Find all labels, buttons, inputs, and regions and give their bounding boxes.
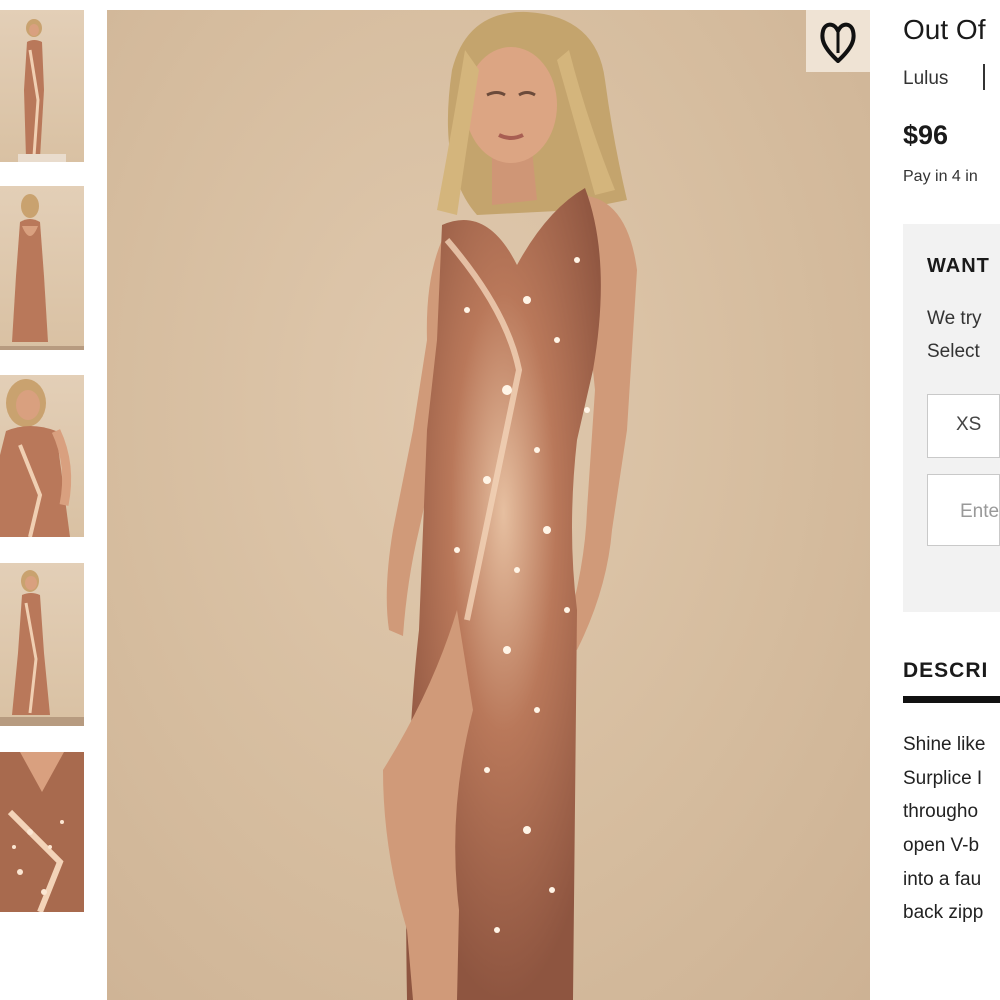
fit-heading: WANT [927, 255, 990, 277]
thumbnail-back-image [0, 194, 84, 350]
fit-description-line: Select [927, 341, 980, 362]
thumbnail-closeup[interactable] [0, 375, 84, 537]
product-title: Out Of [903, 14, 986, 45]
description-line: into a fau [903, 869, 982, 890]
fit-input-field[interactable]: Ente [927, 474, 1000, 546]
description-line: Shine like [903, 734, 986, 755]
description-line: back zipp [903, 902, 984, 923]
description-underline [903, 696, 1000, 703]
thumbnail-closeup-image [0, 379, 72, 537]
thumbnail-back[interactable] [0, 186, 84, 350]
thumbnail-detail-image [0, 752, 84, 912]
description-line: througho [903, 801, 979, 822]
description-line: open V-b [903, 835, 980, 856]
model-figure [383, 11, 637, 1000]
thumbnail-front[interactable] [0, 10, 84, 162]
main-product-image[interactable] [107, 10, 870, 1000]
brand-divider [983, 64, 985, 90]
fit-description-line: We try [927, 308, 982, 329]
brand-link[interactable]: Lulus [903, 68, 948, 90]
thumbnail-front-image [18, 19, 66, 162]
thumbnail-walking-image [0, 570, 84, 726]
product-price: $96 [903, 120, 949, 150]
thumbnail-detail[interactable] [0, 752, 84, 912]
installment-text: Pay in 4 in [903, 168, 978, 185]
description-line: Surplice I [903, 768, 983, 789]
thumbnail-walking[interactable] [0, 563, 84, 726]
size-option-xs[interactable]: XS [927, 394, 1000, 458]
favorite-button[interactable] [806, 10, 870, 72]
description-heading[interactable]: DESCRI [903, 659, 988, 683]
heart-icon [820, 22, 856, 63]
